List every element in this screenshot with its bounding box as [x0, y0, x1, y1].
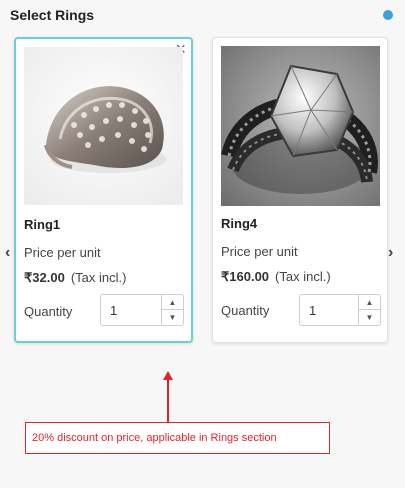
- product-name: Ring4: [221, 216, 258, 231]
- quantity-label: Quantity: [221, 303, 270, 318]
- price-label: Price per unit: [221, 244, 298, 259]
- price-value: ₹32.00: [24, 270, 65, 285]
- price-value: ₹160.00: [221, 269, 270, 284]
- section-header: Select Rings: [0, 0, 405, 32]
- price-label: Price per unit: [24, 245, 101, 260]
- chevron-left-icon[interactable]: ‹: [5, 244, 10, 262]
- ring4-image: [221, 46, 380, 206]
- chevron-up-icon[interactable]: ▲: [162, 295, 183, 310]
- section-title: Select Rings: [10, 7, 95, 23]
- product-name: Ring1: [24, 217, 61, 232]
- stepper-controls: ▲ ▼: [358, 295, 380, 325]
- annotation-line: [167, 378, 169, 422]
- chevron-right-icon[interactable]: ›: [388, 244, 393, 262]
- quantity-label: Quantity: [24, 304, 73, 319]
- ring1-image: [24, 47, 183, 205]
- price-row: ₹160.00 (Tax incl.): [221, 269, 331, 285]
- price-row: ₹32.00 (Tax incl.): [24, 270, 126, 286]
- product-card-ring4[interactable]: Ring4 Price per unit ₹160.00 (Tax incl.) …: [212, 37, 388, 343]
- quantity-stepper[interactable]: ▲ ▼: [299, 294, 381, 326]
- status-dot-icon: [383, 10, 393, 20]
- tax-note: (Tax incl.): [70, 270, 127, 285]
- product-card-ring1[interactable]: ×: [14, 37, 193, 343]
- chevron-down-icon[interactable]: ▼: [359, 310, 380, 325]
- quantity-stepper[interactable]: ▲ ▼: [100, 294, 184, 326]
- annotation-callout: 20% discount on price, applicable in Rin…: [25, 422, 330, 454]
- quantity-input[interactable]: [300, 295, 358, 325]
- chevron-up-icon[interactable]: ▲: [359, 295, 380, 310]
- chevron-down-icon[interactable]: ▼: [162, 310, 183, 325]
- tax-note: (Tax incl.): [275, 269, 331, 284]
- annotation-text: 20% discount on price, applicable in Rin…: [32, 432, 277, 444]
- stepper-controls: ▲ ▼: [161, 295, 183, 325]
- quantity-input[interactable]: [101, 295, 159, 325]
